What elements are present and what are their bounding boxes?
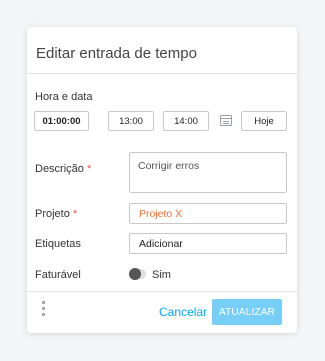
footer-divider [27, 291, 297, 292]
tags-label: Etiquetas [35, 238, 81, 250]
cancel-button[interactable]: Cancelar [159, 305, 207, 319]
project-select[interactable]: Projeto X [129, 203, 287, 224]
calendar-icon[interactable] [220, 115, 232, 126]
end-time-input[interactable]: 14:00 [163, 111, 209, 131]
date-input[interactable]: Hoje [241, 111, 287, 131]
billable-toggle-label: Sim [152, 269, 171, 281]
edit-time-entry-dialog: Editar entrada de tempo Hora e data 01:0… [27, 27, 297, 333]
description-textarea[interactable]: Corrigir erros [129, 152, 287, 193]
billable-label: Faturável [35, 269, 81, 281]
more-options-icon[interactable] [42, 301, 46, 321]
project-required-mark: * [72, 208, 78, 220]
description-required-mark: * [86, 163, 92, 175]
update-button[interactable]: ATUALIZAR [212, 299, 282, 325]
time-date-label: Hora e data [35, 91, 93, 103]
header-divider [27, 73, 297, 74]
toggle-knob [129, 268, 141, 280]
billable-toggle[interactable] [129, 268, 146, 280]
start-time-input[interactable]: 13:00 [108, 111, 154, 131]
project-label: Projeto * [35, 208, 77, 220]
dialog-title: Editar entrada de tempo [36, 45, 197, 62]
tags-select[interactable]: Adicionar [129, 233, 287, 254]
duration-input[interactable]: 01:00:00 [34, 111, 89, 131]
project-label-text: Projeto [35, 208, 70, 220]
description-label: Descrição * [35, 163, 91, 175]
description-label-text: Descrição [35, 163, 84, 175]
